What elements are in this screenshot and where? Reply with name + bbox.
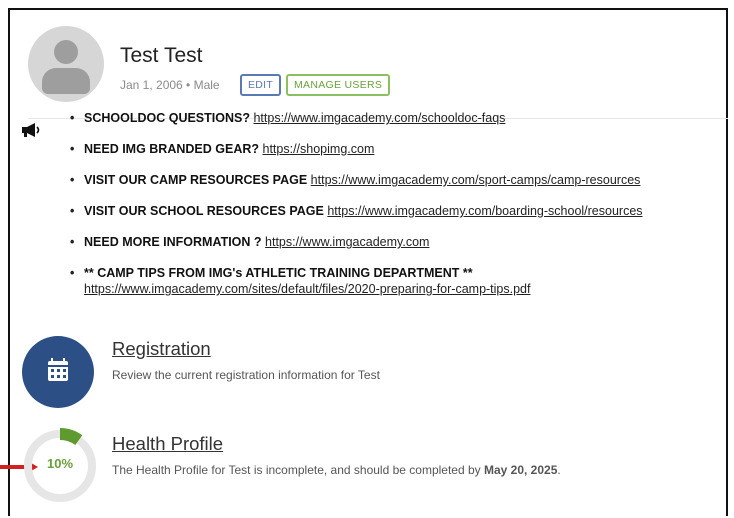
school-resources-link[interactable]: https://www.imgacademy.com/boarding-scho… xyxy=(327,204,642,218)
health-progress-label: 10% xyxy=(46,456,74,471)
profile-header: Test Test Jan 1, 2006 • Male EDIT MANAGE… xyxy=(28,26,728,119)
announcement-list: SCHOOLDOC QUESTIONS? https://www.imgacad… xyxy=(68,110,708,312)
profile-meta: Jan 1, 2006 • Male xyxy=(120,78,220,92)
progress-arc xyxy=(59,428,83,446)
avatar-head-icon xyxy=(54,40,78,64)
registration-description: Review the current registration informat… xyxy=(112,368,380,382)
list-item: VISIT OUR CAMP RESOURCES PAGE https://ww… xyxy=(68,172,708,188)
registration-icon-circle[interactable] xyxy=(22,336,94,408)
list-item: NEED MORE INFORMATION ? https://www.imga… xyxy=(68,234,708,250)
registration-title-link[interactable]: Registration xyxy=(112,338,211,360)
edit-button[interactable]: EDIT xyxy=(240,74,282,96)
avatar xyxy=(28,26,104,102)
list-item: SCHOOLDOC QUESTIONS? https://www.imgacad… xyxy=(68,110,708,126)
health-due-date: May 20, 2025 xyxy=(483,463,558,477)
avatar-body-icon xyxy=(42,68,90,94)
more-info-link[interactable]: https://www.imgacademy.com xyxy=(265,235,429,249)
camp-resources-link[interactable]: https://www.imgacademy.com/sport-camps/c… xyxy=(311,173,641,187)
schooldoc-faq-link[interactable]: https://www.imgacademy.com/schooldoc-faq… xyxy=(253,111,505,125)
list-item: VISIT OUR SCHOOL RESOURCES PAGE https://… xyxy=(68,203,708,219)
profile-name: Test Test xyxy=(120,44,203,67)
health-profile-title-link[interactable]: Health Profile xyxy=(112,433,223,455)
list-item: NEED IMG BRANDED GEAR? https://shopimg.c… xyxy=(68,141,708,157)
shop-link[interactable]: https://shopimg.com xyxy=(263,142,375,156)
megaphone-icon xyxy=(22,123,40,137)
calendar-icon xyxy=(48,358,68,381)
health-profile-description: The Health Profile for Test is incomplet… xyxy=(112,463,561,477)
camp-tips-link[interactable]: https://www.imgacademy.com/sites/default… xyxy=(84,282,530,296)
list-item: ** CAMP TIPS FROM IMG's ATHLETIC TRAININ… xyxy=(68,265,708,297)
manage-users-button[interactable]: MANAGE USERS xyxy=(286,74,391,96)
